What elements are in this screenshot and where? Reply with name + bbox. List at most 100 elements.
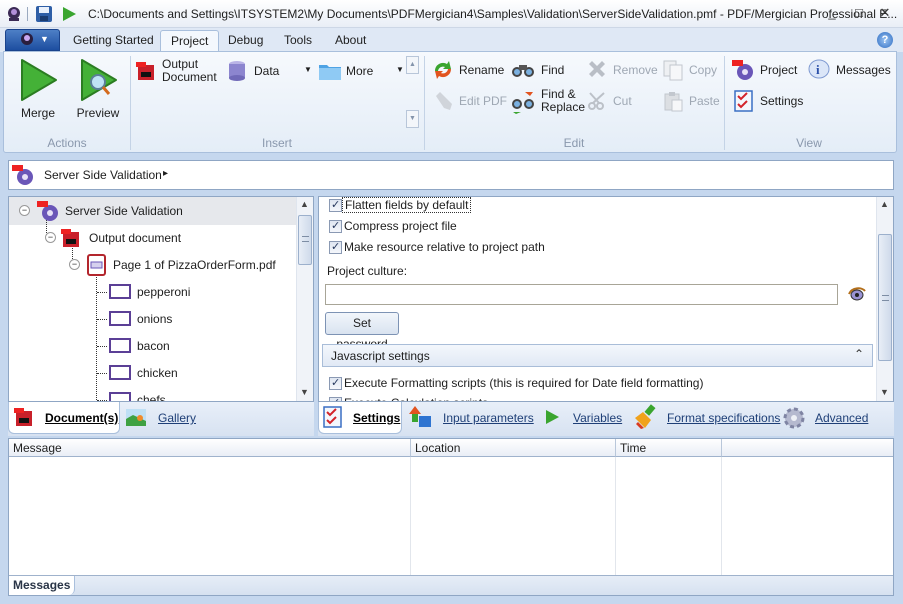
app-logo-icon[interactable] [5,5,23,23]
tab-getting-started[interactable]: Getting Started [63,30,164,52]
find-replace-button[interactable]: Find & Replace [511,88,587,118]
scrollbar-thumb[interactable] [878,234,892,361]
copy-button[interactable]: Copy [662,59,720,81]
output-document-label: Output Document [162,58,217,84]
view-settings-label: Settings [760,94,804,108]
collapse-section-icon[interactable]: ⌃ [854,347,864,361]
edit-pdf-button[interactable]: Edit PDF [432,90,508,112]
help-icon[interactable]: ? [877,32,893,48]
scroll-down-icon[interactable]: ▼ [300,387,309,397]
tree-connector [97,292,107,293]
view-messages-button[interactable]: i Messages [807,59,893,81]
tab-advanced[interactable]: Advanced [780,402,872,434]
output-document-button[interactable]: Output Document [136,58,220,88]
breadcrumb-item[interactable]: Server Side Validation [44,168,162,182]
collapse-icon[interactable]: − [69,259,80,270]
collapse-icon[interactable]: − [19,205,30,216]
close-button[interactable]: ✕ [875,4,895,22]
left-tab-strip: Document(s) Gallery [8,402,314,436]
column-header-message[interactable]: Message [9,439,411,457]
gear-icon [783,407,805,429]
messages-panel: Message Location Time Messages [8,438,894,596]
tab-project[interactable]: Project [160,30,220,52]
merge-button[interactable]: Merge [12,56,62,120]
tab-format-specifications-label: Format specifications [667,411,781,425]
tab-about[interactable]: About [325,30,376,52]
relative-path-label[interactable]: Make resource relative to project path [344,240,545,254]
tree-node-label: Output document [89,231,182,245]
tab-debug[interactable]: Debug [218,30,273,52]
flatten-fields-label[interactable]: Flatten fields by default [342,197,472,213]
scroll-down-icon[interactable]: ▼ [880,387,889,397]
tab-variables[interactable]: Variables [540,402,626,434]
tab-input-parameters[interactable]: Input parameters [408,402,536,434]
find-button[interactable]: Find [511,59,571,81]
more-button[interactable]: More ▼ [318,60,404,82]
eye-icon[interactable] [848,285,866,301]
settings-scrollbar[interactable]: ▲ ▼ [876,197,893,401]
gallery-scroll-down-button[interactable]: ▼ [406,110,419,128]
tree-connector [97,346,107,347]
scroll-up-icon[interactable]: ▲ [300,199,309,209]
rename-icon [434,61,452,79]
view-project-button[interactable]: Project [732,59,798,81]
javascript-settings-header[interactable]: Javascript settings ⌃ [322,344,873,367]
run-icon[interactable] [60,5,78,23]
tree-scrollbar[interactable]: ▲ ▼ [296,197,313,401]
scroll-up-icon[interactable]: ▲ [880,199,889,209]
flatten-fields-checkbox[interactable] [329,198,342,212]
tree-node-label: chicken [137,366,178,380]
settings-checklist-icon [323,406,342,428]
tree-node-label: Page 1 of PizzaOrderForm.pdf [113,258,276,272]
remove-button[interactable]: Remove [586,59,658,81]
compress-project-label[interactable]: Compress project file [344,219,457,233]
breadcrumb-arrow-icon[interactable]: ▸ [163,168,168,179]
data-label: Data [254,64,280,78]
find-replace-label-line2: Replace [541,100,586,114]
find-replace-icon [512,92,534,114]
execute-formatting-label[interactable]: Execute Formatting scripts (this is requ… [344,376,703,390]
preview-icon [81,59,117,101]
project-culture-label: Project culture: [327,264,408,278]
tree-connector [97,319,107,320]
execute-formatting-checkbox[interactable] [329,376,342,390]
tab-messages[interactable]: Messages [9,576,75,595]
tab-gallery[interactable]: Gallery [124,402,204,434]
find-label: Find [541,63,565,77]
column-header-extra[interactable] [722,439,893,457]
column-header-location[interactable]: Location [411,439,616,457]
set-password-button[interactable]: Set password [325,312,399,351]
tab-advanced-label: Advanced [815,411,869,425]
gallery-scroll-up-button[interactable]: ▲ [406,56,419,74]
relative-path-checkbox[interactable] [329,240,342,254]
rename-button[interactable]: Rename [432,59,506,81]
rename-label: Rename [459,63,505,77]
cut-button[interactable]: Cut [586,90,646,112]
tab-documents[interactable]: Document(s) [8,402,120,434]
tab-format-specifications[interactable]: Format specifications [630,402,780,434]
field-icon [109,338,131,353]
preview-button[interactable]: Preview [70,56,124,120]
output-document-icon [136,62,154,80]
collapse-icon[interactable]: − [45,232,56,243]
paste-button[interactable]: Paste [662,90,724,112]
group-label-actions: Actions [47,136,87,150]
tree-connector [97,373,107,374]
settings-checklist-icon [734,90,753,112]
minimize-button[interactable]: _ [822,4,842,22]
view-settings-button[interactable]: Settings [734,90,804,112]
project-gear-icon [12,165,33,185]
scrollbar-thumb[interactable] [298,215,312,265]
compress-project-checkbox[interactable] [329,219,342,233]
tab-settings[interactable]: Settings [318,402,402,434]
tab-tools[interactable]: Tools [274,30,322,52]
database-icon [229,61,245,81]
maximize-button[interactable]: □ [849,4,869,22]
svg-text:i: i [816,62,820,77]
data-button[interactable]: Data ▼ [226,60,312,82]
column-header-time[interactable]: Time [616,439,722,457]
project-culture-input[interactable] [325,284,838,305]
save-icon[interactable] [35,5,53,23]
breadcrumb: Server Side Validation ▸ [8,160,894,190]
application-menu-button[interactable]: ▼ [5,29,60,51]
